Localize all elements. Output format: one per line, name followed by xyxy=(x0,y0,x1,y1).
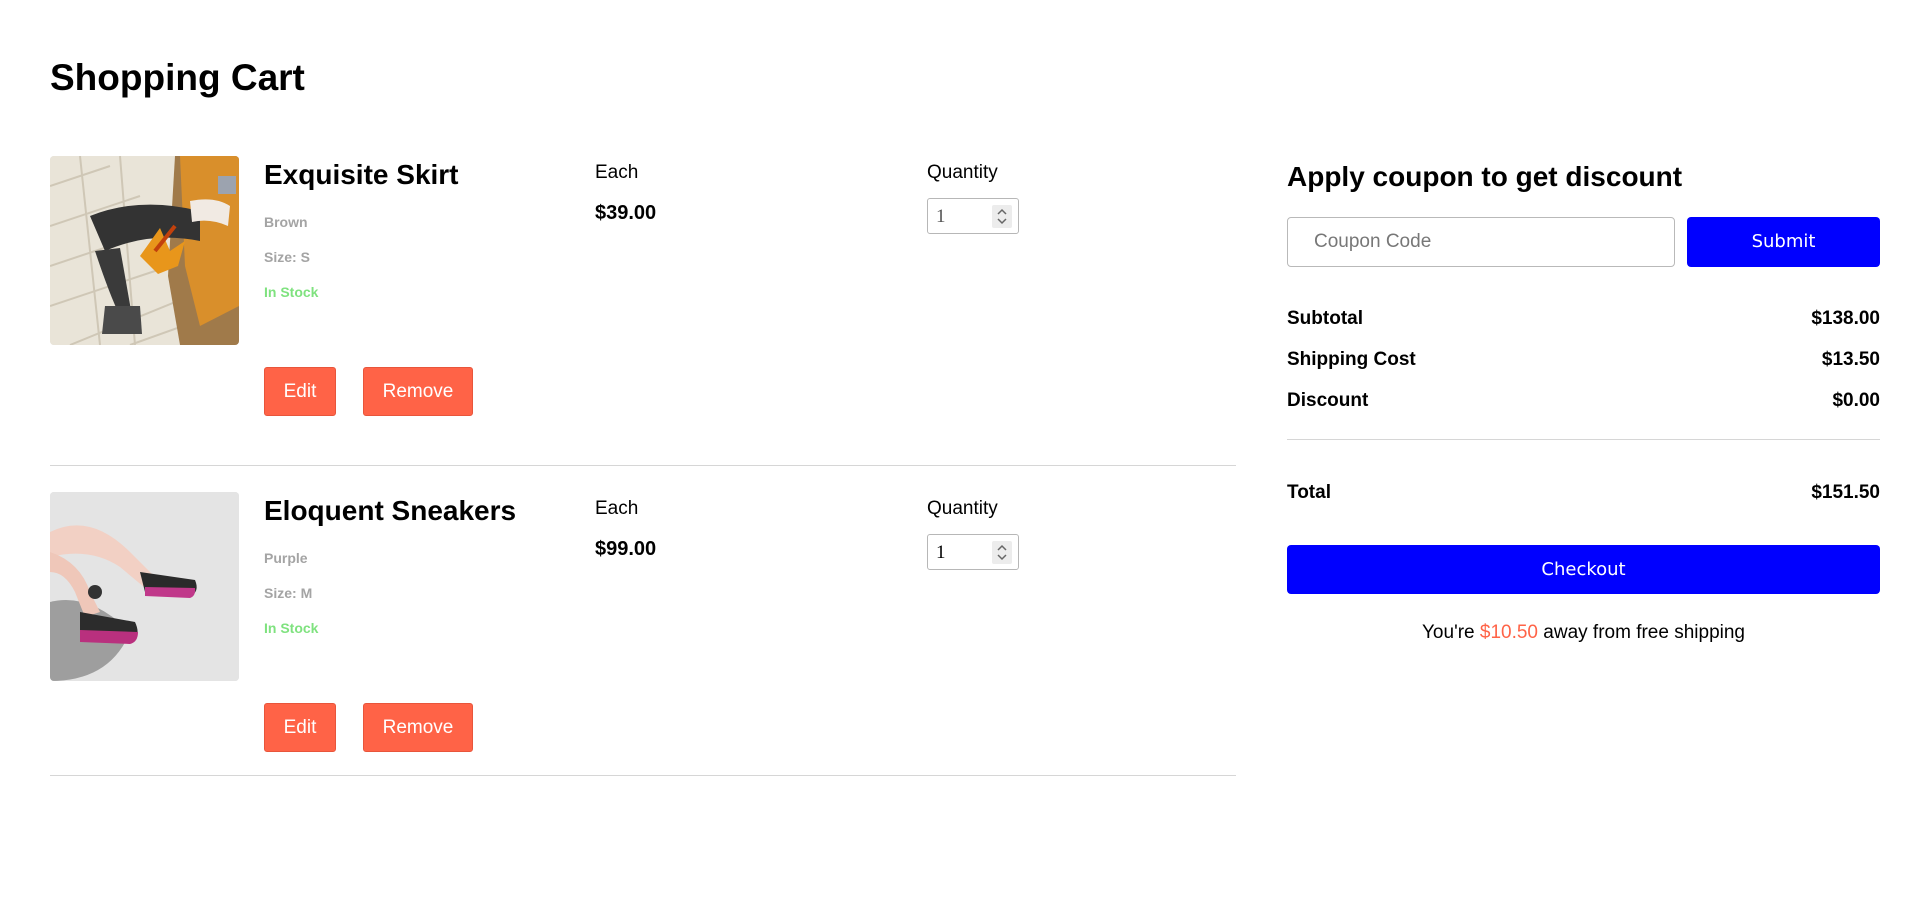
coupon-title: Apply coupon to get discount xyxy=(1287,161,1683,192)
shipping-row: Shipping Cost $13.50 xyxy=(1287,349,1880,373)
subtotal-row: Subtotal $138.00 xyxy=(1287,308,1880,332)
total-label: Total xyxy=(1287,482,1331,503)
product-image-sneakers[interactable] xyxy=(50,492,239,681)
free-shipping-prefix: You're xyxy=(1422,622,1475,643)
quantity-stepper[interactable]: 1 xyxy=(927,198,1019,234)
product-size: Size: M xyxy=(264,585,313,601)
spinner-arrows-icon[interactable] xyxy=(992,541,1012,564)
edit-button[interactable]: Edit xyxy=(264,367,336,416)
product-size: Size: S xyxy=(264,249,310,265)
shipping-label: Shipping Cost xyxy=(1287,349,1416,370)
each-label: Each xyxy=(595,498,639,519)
quantity-label: Quantity xyxy=(927,162,998,183)
summary-divider xyxy=(1287,439,1880,440)
product-image-skirt[interactable] xyxy=(50,156,239,345)
free-shipping-message: You're $10.50 away from free shipping xyxy=(1287,621,1880,645)
free-shipping-suffix: away from free shipping xyxy=(1543,622,1745,643)
subtotal-label: Subtotal xyxy=(1287,308,1363,329)
product-name[interactable]: Exquisite Skirt xyxy=(264,158,459,192)
checkout-button[interactable]: Checkout xyxy=(1287,545,1880,594)
remove-button[interactable]: Remove xyxy=(363,703,473,752)
skirt-photo-icon xyxy=(50,156,239,345)
total-row: Total $151.50 xyxy=(1287,482,1880,506)
stock-status: In Stock xyxy=(264,284,319,300)
shipping-value: $13.50 xyxy=(1821,349,1880,370)
product-name[interactable]: Eloquent Sneakers xyxy=(264,494,516,528)
page-title: Shopping Cart xyxy=(50,57,305,98)
sneakers-photo-icon xyxy=(50,492,239,681)
cart-list: Exquisite Skirt Brown Size: S In Stock E… xyxy=(50,156,1236,776)
submit-coupon-button[interactable]: Submit xyxy=(1687,217,1880,267)
free-shipping-amount: $10.50 xyxy=(1479,622,1538,643)
discount-label: Discount xyxy=(1287,390,1369,411)
spinner-arrows-icon[interactable] xyxy=(992,205,1012,228)
subtotal-value: $138.00 xyxy=(1811,308,1880,329)
quantity-value: 1 xyxy=(936,206,946,227)
remove-button[interactable]: Remove xyxy=(363,367,473,416)
product-color: Brown xyxy=(264,214,308,230)
cart-item: Exquisite Skirt Brown Size: S In Stock E… xyxy=(50,156,1236,466)
discount-row: Discount $0.00 xyxy=(1287,390,1880,414)
coupon-input[interactable] xyxy=(1287,217,1675,267)
quantity-label: Quantity xyxy=(927,498,998,519)
quantity-value: 1 xyxy=(936,542,946,563)
total-value: $151.50 xyxy=(1811,482,1880,503)
edit-button[interactable]: Edit xyxy=(264,703,336,752)
each-label: Each xyxy=(595,162,639,183)
quantity-stepper[interactable]: 1 xyxy=(927,534,1019,570)
product-color: Purple xyxy=(264,550,308,566)
stock-status: In Stock xyxy=(264,620,319,636)
discount-value: $0.00 xyxy=(1832,390,1880,411)
unit-price: $99.00 xyxy=(595,538,657,560)
cart-item: Eloquent Sneakers Purple Size: M In Stoc… xyxy=(50,466,1236,776)
unit-price: $39.00 xyxy=(595,202,657,224)
